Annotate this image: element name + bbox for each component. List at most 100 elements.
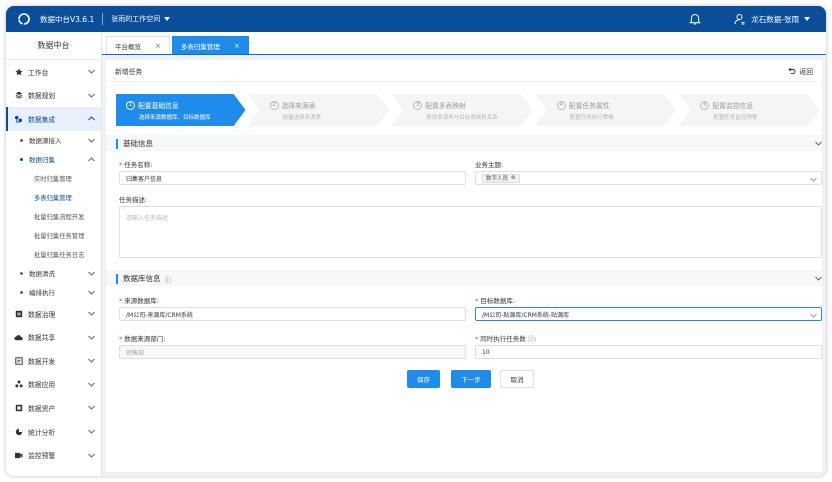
src-db-label: * 来源数据库:	[119, 297, 159, 305]
page-header: 新增任务 返回	[106, 60, 822, 82]
step-title: 配置监控信息	[712, 102, 754, 110]
governance-icon	[14, 309, 23, 318]
step-number: 1	[126, 101, 135, 110]
sidebar-leaf-multitable[interactable]: 多表归集管理	[6, 188, 101, 207]
sidebar: 数据中台 工作台 数据规划 数据集成 数据源接入 数据归集 实时归集管理 多表归…	[6, 32, 102, 476]
tab-label: 平台概览	[115, 42, 141, 51]
sidebar-item-governance[interactable]: 数据治理	[6, 302, 101, 326]
section-basic-header[interactable]: 基础信息	[116, 138, 822, 149]
step-title: 选择来源表	[281, 102, 316, 110]
chevron-down-icon[interactable]	[814, 275, 822, 283]
workspace-label: 张雨的工作空间	[111, 15, 161, 23]
top-bar: 数据中台V3.6.1 张雨的工作空间 龙石数据-张雨	[6, 6, 826, 32]
header-actions: 龙石数据-张雨	[687, 11, 810, 27]
step-number: 3	[413, 101, 422, 110]
bell-icon[interactable]	[687, 11, 703, 27]
chevron-down-icon	[809, 175, 817, 183]
sidebar-item-integration[interactable]: 数据集成	[6, 107, 101, 131]
sidebar-leaf-batch-tasks[interactable]: 批量归集任务管理	[6, 226, 101, 245]
step-1[interactable]: 1 配置基础信息 选择来源数据库、目标数据库	[116, 94, 246, 126]
sidebar-item-monitoring[interactable]: 监控预警	[6, 443, 101, 467]
back-icon	[788, 67, 796, 74]
info-icon[interactable]: ⓘ	[165, 274, 172, 284]
chevron-down-icon	[87, 451, 95, 459]
step-4[interactable]: 4 配置任务属性 配置任务执行策略	[535, 94, 677, 126]
sidebar-item-label: 数据资产	[28, 404, 56, 413]
sidebar-item-label: 工作台	[28, 68, 49, 77]
save-button[interactable]: 保存	[407, 370, 440, 388]
tag-close-icon[interactable]: ⊗	[511, 175, 516, 181]
topic-label: 业务主题:	[475, 161, 504, 169]
sidebar-item-workbench[interactable]: 工作台	[6, 60, 101, 84]
workspace-switcher[interactable]: 张雨的工作空间	[111, 14, 171, 24]
sidebar-sub-cleansing[interactable]: 数据清洗	[6, 264, 101, 283]
sidebar-leaf-batch-dev[interactable]: 批量归集流程开发	[6, 207, 101, 226]
sidebar-sub-source-access[interactable]: 数据源接入	[6, 131, 101, 150]
task-name-input[interactable]: 归集客户信息	[119, 171, 466, 185]
chevron-down-icon	[87, 269, 95, 277]
step-2[interactable]: 2 选择来源表 批量选择来源表	[248, 94, 390, 126]
step-desc: 选择来源数据库、目标数据库	[139, 115, 211, 121]
sidebar-item-sharing[interactable]: 数据共享	[6, 325, 101, 349]
sidebar-item-label: 统计分析	[28, 428, 56, 437]
sidebar-item-development[interactable]: 数据开发	[6, 349, 101, 373]
src-db-select[interactable]: /M公司-来源库/CRM系统	[119, 307, 466, 321]
sidebar-sub-label: 数据源接入	[29, 137, 62, 146]
sidebar-item-statistics[interactable]: 统计分析	[6, 420, 101, 444]
tab-overview[interactable]: 平台概览 ×	[106, 36, 170, 54]
chevron-down-icon[interactable]	[814, 140, 822, 148]
app-icon	[14, 380, 23, 389]
back-label: 返回	[799, 67, 813, 76]
step-number: 4	[557, 101, 566, 110]
src-dept-input[interactable]: 销售部	[119, 345, 466, 359]
topic-select[interactable]: 数字人员 ⊗	[475, 171, 822, 185]
app-title: 数据中台V3.6.1	[40, 14, 95, 24]
sidebar-sub-collection[interactable]: 数据归集	[6, 150, 101, 169]
step-3[interactable]: 3 配置多表映射 修改来源表与目标表映射关系	[391, 94, 533, 126]
sidebar-item-label: 数据规划	[28, 92, 56, 101]
next-button[interactable]: 下一步	[451, 370, 491, 388]
chevron-down-icon	[87, 428, 95, 436]
user-menu-caret-icon[interactable]	[804, 17, 810, 21]
monitor-icon	[14, 451, 23, 460]
integration-icon	[14, 114, 23, 123]
sidebar-leaf-realtime[interactable]: 实时归集管理	[6, 169, 101, 188]
step-number: 2	[270, 101, 279, 110]
required-mark: *	[119, 161, 123, 169]
concurrency-input[interactable]: 10	[475, 345, 822, 359]
sidebar-item-planning[interactable]: 数据规划	[6, 84, 101, 108]
page-title: 新增任务	[115, 67, 143, 76]
user-name[interactable]: 龙石数据-张雨	[751, 14, 799, 25]
task-name-label: * 任务名称:	[119, 161, 153, 169]
app-window: 数据中台V3.6.1 张雨的工作空间 龙石数据-张雨 数据中台 工作台 数据规划	[6, 6, 826, 476]
chevron-down-icon	[87, 380, 95, 388]
sidebar-item-label: 数据集成	[28, 115, 56, 124]
tgt-db-select[interactable]: /M公司-贴源库/CRM系统-贴源库	[475, 307, 822, 321]
user-icon[interactable]	[733, 12, 747, 26]
chevron-down-icon	[87, 310, 95, 318]
step-desc: 修改来源表与目标表映射关系	[426, 115, 498, 121]
desc-textarea[interactable]: 请输入任务描述	[119, 206, 822, 258]
chevron-down-icon	[87, 404, 95, 412]
close-icon[interactable]: ×	[155, 42, 161, 50]
tab-multitable[interactable]: 多表归集管理 ×	[171, 36, 249, 54]
chevron-up-icon	[87, 155, 95, 163]
sidebar-item-label: 数据开发	[28, 357, 56, 366]
main-content: 新增任务 返回 1 配置基础信息 选择来源数据库、目标数据库 2 选择来源表 批量选…	[106, 60, 822, 472]
section-title: 数据库信息	[123, 274, 161, 283]
sidebar-sub-label: 编排执行	[29, 289, 55, 298]
sidebar-item-application[interactable]: 数据应用	[6, 373, 101, 397]
step-5[interactable]: 5 配置监控信息 配置任务监控预警	[678, 94, 820, 126]
sidebar-item-label: 监控预警	[28, 452, 56, 461]
close-icon[interactable]: ×	[234, 42, 240, 50]
sidebar-item-assets[interactable]: 数据资产	[6, 396, 101, 420]
concurrency-label: * 同时执行任务数 ⓘ:	[475, 335, 537, 343]
section-db-header[interactable]: 数据库信息 ⓘ	[116, 273, 822, 284]
sidebar-sub-orchestration[interactable]: 编排执行	[6, 283, 101, 302]
back-button[interactable]: 返回	[788, 66, 813, 76]
cancel-button[interactable]: 取消	[500, 370, 534, 388]
pie-icon	[14, 427, 23, 436]
bullet-icon	[20, 271, 23, 275]
sidebar-leaf-batch-logs[interactable]: 批量归集任务日志	[6, 245, 101, 264]
tgt-db-value: /M公司-贴源库/CRM系统-贴源库	[482, 311, 570, 319]
